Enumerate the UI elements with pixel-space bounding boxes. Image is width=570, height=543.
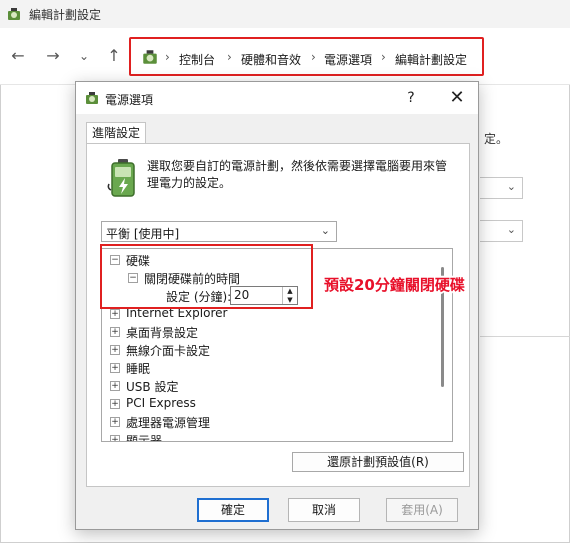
breadcrumb-separator: ›	[227, 50, 232, 64]
expand-icon[interactable]: +	[110, 399, 120, 409]
help-button[interactable]: ?	[401, 88, 421, 108]
address-bar[interactable]: › 控制台 › 硬體和音效 › 電源選項 › 編輯計劃設定	[129, 37, 484, 76]
expand-icon[interactable]: +	[110, 309, 120, 319]
window-title: 編輯計劃設定	[29, 8, 102, 22]
tree-item-label: USB 設定	[126, 380, 179, 394]
up-button[interactable]: ↑	[104, 46, 124, 66]
tree-item-label: 睡眠	[126, 362, 151, 376]
dialog-description: 選取您要自訂的電源計劃，然後依需要選擇電腦要用來管理電力的設定。	[147, 159, 448, 190]
expand-icon[interactable]: +	[110, 363, 120, 373]
recent-locations-button[interactable]: ⌄	[74, 46, 94, 66]
tree-item-label: 無線介面卡設定	[126, 344, 211, 358]
background-partial-text: 定。	[484, 132, 509, 146]
dialog-titlebar: 電源選項 ? ✕	[76, 82, 478, 114]
background-dropdown[interactable]: ⌄	[480, 220, 523, 242]
advanced-settings-panel: 選取您要自訂的電源計劃，然後依需要選擇電腦要用來管理電力的設定。 平衡 [使用中…	[86, 143, 470, 487]
chevron-down-icon: ⌄	[320, 224, 330, 237]
breadcrumb-power-options[interactable]: 電源選項	[324, 51, 372, 68]
power-plan-select[interactable]: 平衡 [使用中] ⌄	[101, 221, 337, 242]
forward-button[interactable]: →	[43, 46, 63, 66]
apply-button[interactable]: 套用(A)	[386, 498, 458, 522]
arrow-left-icon: ←	[11, 46, 25, 65]
expand-icon[interactable]: +	[110, 345, 120, 355]
breadcrumb-control-panel[interactable]: 控制台	[179, 51, 215, 68]
arrow-up-icon: ↑	[107, 46, 121, 65]
breadcrumb-separator: ›	[381, 50, 386, 64]
annotation-label: 預設20分鐘關閉硬碟	[324, 276, 465, 294]
ok-button[interactable]: 確定	[197, 498, 269, 522]
restore-defaults-button[interactable]: 還原計劃預設值(R)	[292, 452, 464, 472]
breadcrumb-separator: ›	[311, 50, 316, 64]
chevron-down-icon: ⌄	[506, 223, 516, 236]
expand-icon[interactable]: +	[110, 381, 120, 391]
control-panel-icon	[143, 50, 157, 64]
control-panel-icon	[8, 8, 20, 20]
back-button[interactable]: ←	[8, 46, 28, 66]
expand-icon[interactable]: +	[110, 435, 120, 441]
cancel-button[interactable]: 取消	[288, 498, 360, 522]
expand-icon[interactable]: +	[110, 417, 120, 427]
chevron-down-icon: ⌄	[78, 49, 90, 63]
dialog-title: 電源選項	[105, 93, 154, 107]
window-titlebar: 編輯計劃設定	[0, 0, 570, 28]
tree-item-label: 桌面背景設定	[126, 326, 199, 340]
chevron-down-icon: ⌄	[506, 180, 516, 193]
power-options-icon	[86, 92, 98, 104]
background-dropdown[interactable]: ⌄	[480, 177, 523, 199]
close-button[interactable]: ✕	[446, 87, 468, 109]
tab-advanced-settings[interactable]: 進階設定	[86, 122, 146, 144]
battery-icon	[107, 159, 135, 197]
highlight-box	[100, 244, 313, 309]
expand-icon[interactable]: +	[110, 327, 120, 337]
breadcrumb-edit-plan[interactable]: 編輯計劃設定	[395, 51, 467, 68]
breadcrumb-separator: ›	[165, 50, 170, 64]
breadcrumb-hardware-sound[interactable]: 硬體和音效	[241, 51, 301, 68]
arrow-right-icon: →	[46, 46, 60, 65]
tree-item-label: 顯示器	[126, 434, 163, 442]
background-divider	[480, 336, 570, 337]
power-plan-value: 平衡 [使用中]	[106, 227, 180, 241]
close-icon: ✕	[449, 87, 465, 108]
tree-item-label: 處理器電源管理	[126, 416, 211, 430]
tree-item-label: PCI Express	[126, 396, 196, 410]
